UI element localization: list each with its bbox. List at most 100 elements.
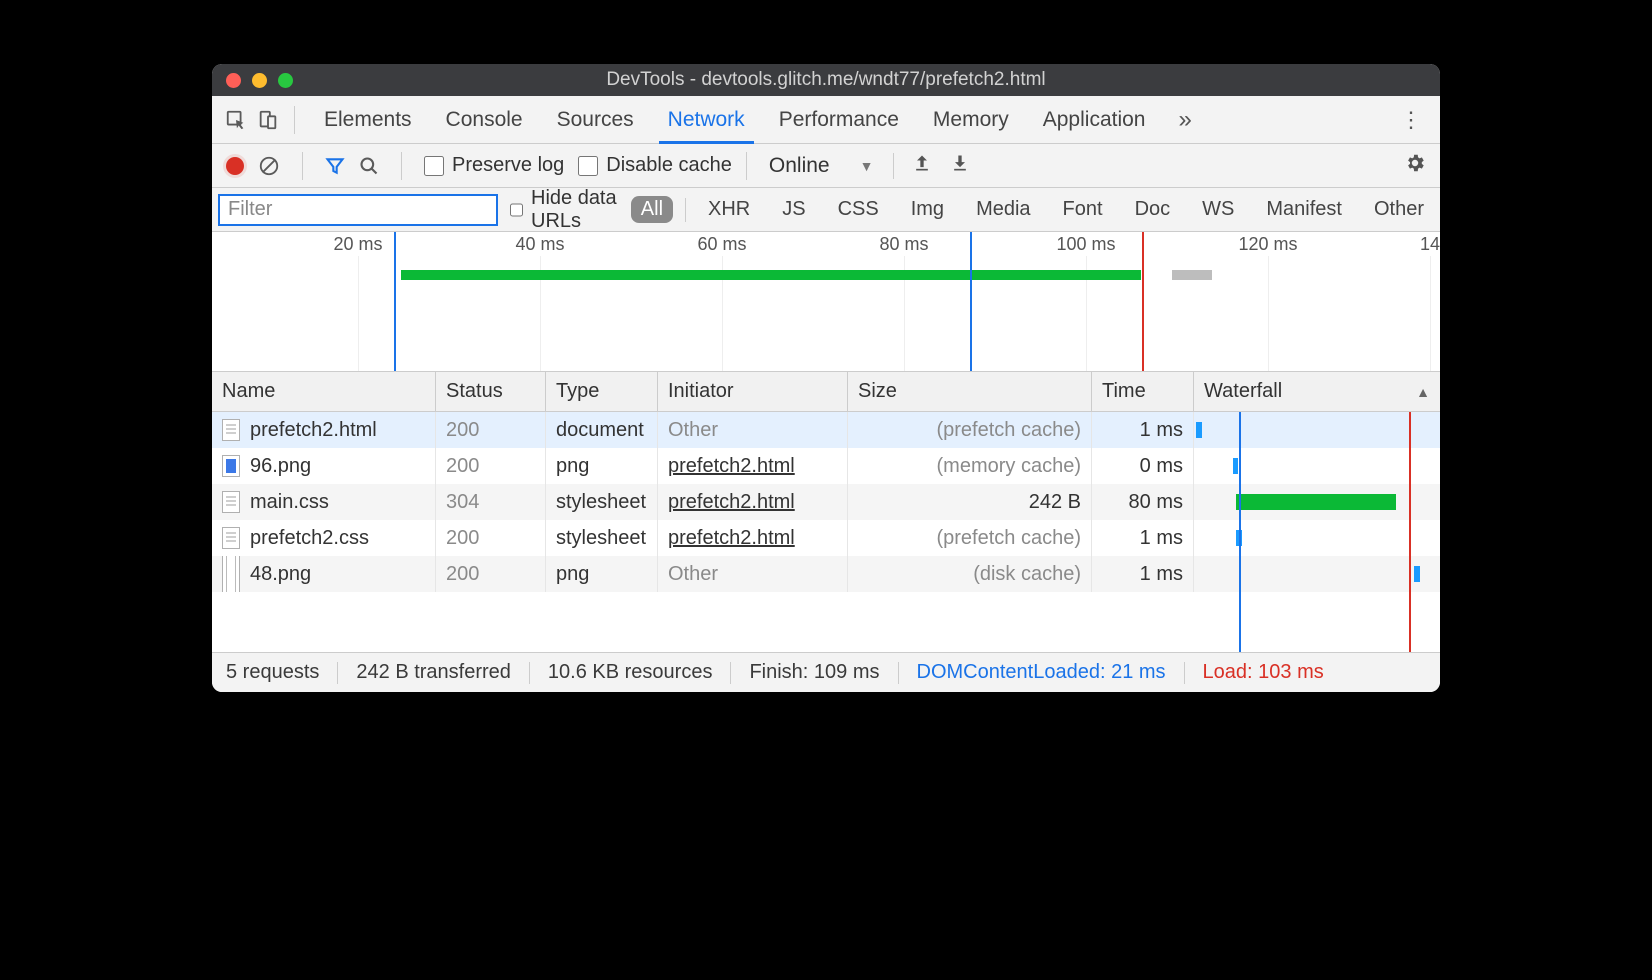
request-name: main.css (250, 491, 329, 514)
disable-cache-label: Disable cache (606, 154, 732, 177)
filter-type-doc[interactable]: Doc (1125, 196, 1181, 223)
sb-dcl: DOMContentLoaded: 21 ms (917, 661, 1166, 684)
kebab-menu-icon[interactable]: ⋮ (1392, 107, 1430, 133)
sb-finish: Finish: 109 ms (749, 661, 879, 684)
separator (294, 106, 295, 134)
dcl-marker (970, 232, 972, 371)
request-time: 1 ms (1092, 520, 1194, 556)
filter-type-media[interactable]: Media (966, 196, 1040, 223)
request-status: 200 (446, 455, 479, 478)
preserve-log-checkbox[interactable]: Preserve log (424, 154, 564, 177)
request-initiator[interactable]: prefetch2.html (668, 491, 795, 514)
search-icon[interactable] (359, 156, 379, 176)
filter-input[interactable] (218, 194, 498, 226)
tab-sources[interactable]: Sources (540, 96, 651, 143)
request-initiator: Other (668, 563, 718, 586)
request-time: 0 ms (1092, 448, 1194, 484)
filter-type-ws[interactable]: WS (1192, 196, 1244, 223)
tab-performance[interactable]: Performance (762, 96, 916, 143)
clear-button[interactable] (258, 155, 280, 177)
request-initiator: Other (668, 419, 718, 442)
filter-row: Hide data URLs All XHR JS CSS Img Media Font Do… (212, 188, 1440, 232)
sb-transferred: 242 B transferred (356, 661, 511, 684)
tab-console[interactable]: Console (429, 96, 540, 143)
status-bar: 5 requests 242 B transferred 10.6 KB res… (212, 652, 1440, 692)
more-tabs-icon[interactable]: » (1166, 106, 1203, 134)
request-status: 200 (446, 419, 479, 442)
table-row[interactable]: prefetch2.css 200 stylesheet prefetch2.html… (212, 520, 1440, 556)
request-time: 1 ms (1092, 412, 1194, 448)
filter-type-xhr[interactable]: XHR (698, 196, 760, 223)
request-type: stylesheet (546, 520, 658, 556)
request-time: 80 ms (1092, 484, 1194, 520)
download-har-icon[interactable] (950, 153, 970, 179)
request-size: (disk cache) (973, 563, 1081, 586)
request-time: 1 ms (1092, 556, 1194, 592)
separator (302, 152, 303, 180)
request-initiator[interactable]: prefetch2.html (668, 527, 795, 550)
col-time[interactable]: Time (1092, 372, 1194, 411)
request-size: (prefetch cache) (936, 527, 1081, 550)
col-type[interactable]: Type (546, 372, 658, 411)
record-button[interactable] (226, 157, 244, 175)
disable-cache-checkbox[interactable]: Disable cache (578, 154, 732, 177)
col-waterfall[interactable]: Waterfall▲ (1194, 372, 1440, 411)
sb-requests: 5 requests (226, 661, 319, 684)
filter-type-css[interactable]: CSS (828, 196, 889, 223)
devtools-window: DevTools - devtools.glitch.me/wndt77/pre… (212, 64, 1440, 692)
request-status: 200 (446, 527, 479, 550)
request-name: 48.png (250, 563, 311, 586)
filter-type-js[interactable]: JS (772, 196, 815, 223)
requests-table: prefetch2.html200documentOther(prefetch … (212, 412, 1440, 592)
load-marker (1142, 232, 1144, 371)
table-header: Name Status Type Initiator Size Time Wat… (212, 372, 1440, 412)
tabs-row: ElementsConsoleSourcesNetworkPerformance… (212, 96, 1440, 144)
col-size[interactable]: Size (848, 372, 1092, 411)
request-type: stylesheet (546, 484, 658, 520)
separator (401, 152, 402, 180)
inspect-element-icon[interactable] (222, 106, 250, 134)
filter-type-all[interactable]: All (631, 196, 673, 223)
request-size: (memory cache) (937, 455, 1081, 478)
request-type: png (546, 448, 658, 484)
filter-type-img[interactable]: Img (901, 196, 954, 223)
tab-elements[interactable]: Elements (307, 96, 429, 143)
image-file-icon (222, 556, 240, 592)
filter-type-manifest[interactable]: Manifest (1256, 196, 1352, 223)
request-name: prefetch2.html (250, 419, 377, 442)
network-toolbar: Preserve log Disable cache Online ▼ (212, 144, 1440, 188)
request-status: 304 (446, 491, 479, 514)
tab-application[interactable]: Application (1026, 96, 1163, 143)
toggle-device-icon[interactable] (254, 106, 282, 134)
table-row[interactable]: prefetch2.html200documentOther(prefetch … (212, 412, 1440, 448)
request-type: png (546, 556, 658, 592)
chevron-down-icon: ▼ (860, 158, 874, 174)
filter-toggle-icon[interactable] (325, 156, 345, 176)
dcl-marker (394, 232, 396, 371)
titlebar: DevTools - devtools.glitch.me/wndt77/pre… (212, 64, 1440, 96)
settings-icon[interactable] (1404, 152, 1426, 180)
document-file-icon (222, 527, 240, 549)
filter-type-other[interactable]: Other (1364, 196, 1434, 223)
col-name[interactable]: Name (212, 372, 436, 411)
document-file-icon (222, 491, 240, 513)
request-status: 200 (446, 563, 479, 586)
sb-load: Load: 103 ms (1203, 661, 1324, 684)
request-name: prefetch2.css (250, 527, 369, 550)
filter-type-font[interactable]: Font (1053, 196, 1113, 223)
request-name: 96.png (250, 455, 311, 478)
table-row[interactable]: 96.png 200 png prefetch2.html (memory cache)… (212, 448, 1440, 484)
tab-network[interactable]: Network (651, 96, 762, 143)
upload-har-icon[interactable] (912, 153, 932, 179)
col-status[interactable]: Status (436, 372, 546, 411)
table-row[interactable]: 48.png 200 png Other (disk cache) 1 ms (212, 556, 1440, 592)
timeline-overview[interactable]: 20 ms40 ms60 ms80 ms100 ms120 ms14 (212, 232, 1440, 372)
throttling-value: Online (769, 154, 830, 178)
hide-data-urls-checkbox[interactable]: Hide data URLs (510, 187, 619, 233)
table-row[interactable]: main.css304stylesheetprefetch2.html242 B… (212, 484, 1440, 520)
col-initiator[interactable]: Initiator (658, 372, 848, 411)
tab-memory[interactable]: Memory (916, 96, 1026, 143)
throttling-select[interactable]: Online ▼ (746, 152, 880, 180)
preserve-log-label: Preserve log (452, 154, 564, 177)
request-initiator[interactable]: prefetch2.html (668, 455, 795, 478)
